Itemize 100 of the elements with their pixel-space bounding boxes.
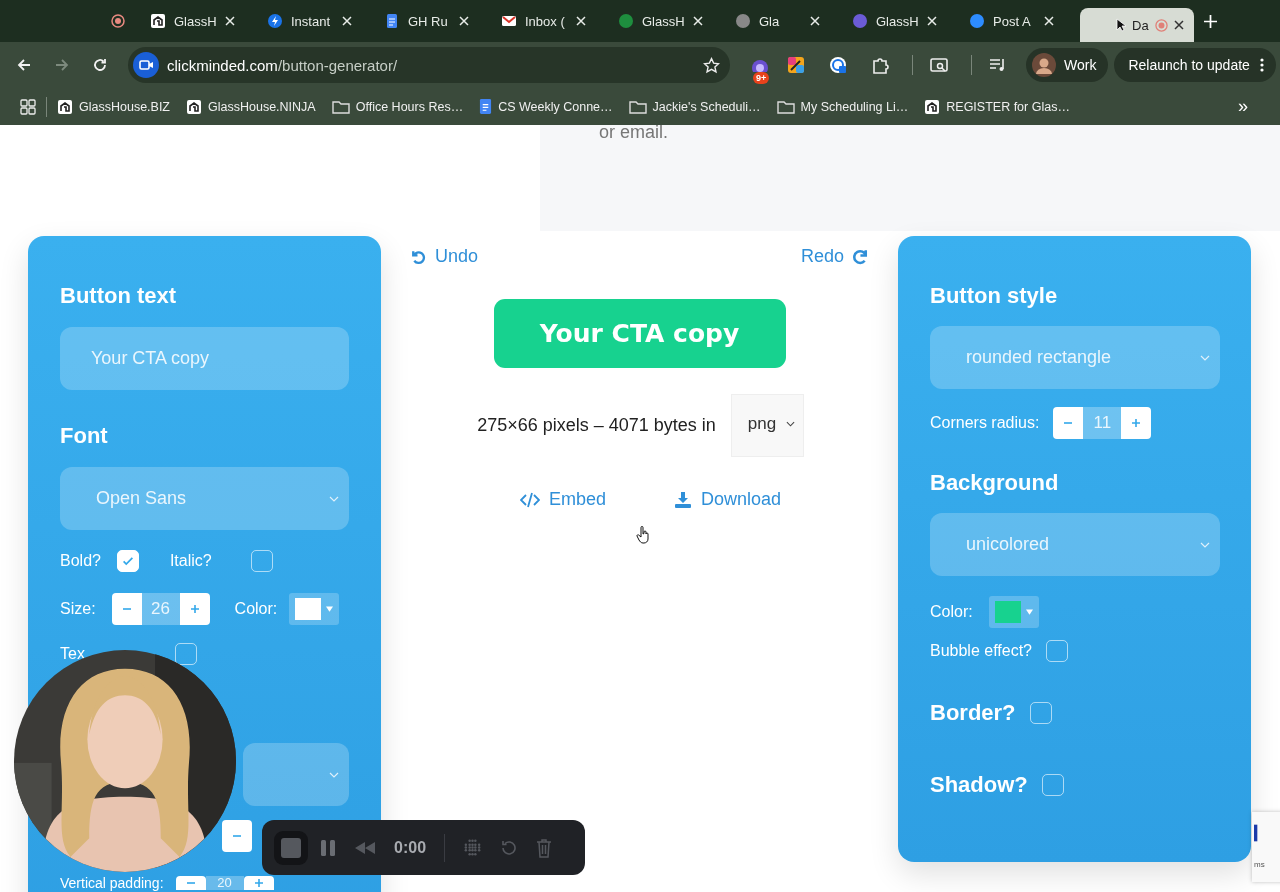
bookmark[interactable]: CS Weekly Conne… [479, 98, 613, 115]
bookmark[interactable]: REGISTER for Glas… [924, 98, 1070, 115]
tab-search-icon[interactable] [929, 55, 949, 75]
browser-tab[interactable]: GlassH [612, 5, 713, 37]
plus-icon [189, 604, 200, 614]
url-text: clickminded.com/button-generator/ [167, 56, 399, 74]
chevron-icon [329, 771, 339, 778]
download-icon [674, 490, 692, 509]
size-info: 275×66 pixels – 4071 bytes in [477, 415, 716, 436]
plus-button[interactable] [179, 593, 210, 625]
download-link[interactable]: Download [674, 489, 782, 510]
recaptcha-icon [1254, 824, 1259, 842]
tab-title: Inbox ( [525, 13, 566, 29]
timer: 0:00 [394, 838, 427, 857]
field-label: Bold? [60, 552, 101, 570]
pointer-icon [1116, 18, 1126, 32]
browser-tab[interactable]: GlassH [144, 5, 245, 37]
checkbox[interactable] [250, 550, 273, 572]
field-label: Size: [60, 600, 96, 618]
folder-icon [331, 99, 350, 114]
site-icon [150, 13, 166, 29]
bookmark[interactable]: Jackie's Scheduli… [628, 99, 761, 114]
minus-button[interactable] [175, 876, 206, 890]
eyedropper-icon[interactable] [786, 55, 806, 75]
plus-button[interactable] [1121, 407, 1152, 439]
checkbox[interactable] [1046, 640, 1068, 662]
site-icon [618, 13, 634, 29]
tab-title: Da [1132, 17, 1149, 33]
stop-button[interactable] [274, 830, 308, 865]
bookmark[interactable]: My Scheduling Li… [776, 99, 909, 114]
undo-button[interactable]: Undo [409, 246, 479, 267]
bookmark[interactable]: GlassHouse.BIZ [57, 98, 170, 115]
chevron-icon [1200, 541, 1210, 548]
document-icon [479, 98, 493, 115]
tab-title: Gla [759, 13, 781, 29]
tab-title: GlassH [642, 13, 685, 29]
chevron-icon [785, 420, 795, 427]
checkbox[interactable] [1041, 774, 1064, 796]
star-icon[interactable] [703, 56, 720, 74]
color-picker[interactable] [988, 596, 1039, 628]
trash-icon[interactable] [536, 837, 553, 858]
restart-icon[interactable] [500, 838, 519, 857]
folder-icon [628, 99, 647, 114]
field-label: Color: [234, 600, 278, 618]
record-icon [111, 14, 125, 28]
chevron-icon [329, 495, 339, 502]
minus-button[interactable] [111, 593, 142, 625]
chevron-icon [1200, 354, 1210, 361]
close-icon[interactable] [1174, 20, 1184, 30]
apps-icon[interactable] [20, 98, 36, 115]
puzzle-icon[interactable] [870, 55, 890, 75]
site-icon [57, 98, 73, 115]
new-tab-icon[interactable] [1204, 14, 1217, 28]
code-icon [519, 491, 540, 508]
tab-title: GlassH [174, 13, 217, 29]
button-preview: Your CTA copy [493, 299, 786, 368]
extension-icon[interactable] [828, 55, 848, 75]
more-icon [1259, 57, 1264, 73]
format-dropdown[interactable]: png [730, 394, 804, 457]
dots-grid-icon[interactable] [463, 838, 483, 857]
section-heading: Font [60, 422, 109, 450]
minus-button[interactable] [222, 820, 252, 852]
bookmark[interactable]: GlassHouse.NINJA [186, 98, 316, 115]
rewind-icon[interactable] [354, 840, 376, 855]
browser-tab[interactable]: Post A [963, 5, 1064, 37]
profile-button[interactable]: Work [1026, 48, 1109, 82]
minus-button[interactable] [1053, 407, 1084, 439]
avatar-icon [1032, 53, 1056, 77]
browser-tab[interactable]: GlassH [846, 5, 947, 37]
site-icon [384, 13, 400, 29]
pause-icon[interactable] [320, 838, 336, 857]
reload-icon[interactable] [92, 57, 108, 73]
field-label: Vertical padding: [60, 876, 164, 890]
site-icon [267, 13, 283, 29]
browser-tab[interactable]: GH Ru [378, 5, 479, 37]
site-icon [735, 13, 751, 29]
browser-tab[interactable]: Da [1080, 8, 1194, 42]
browser-tab[interactable]: Inbox ( [495, 5, 596, 37]
more-bookmarks-button[interactable]: » [1238, 96, 1248, 117]
tab-title: GlassH [876, 13, 919, 29]
field-label: Tex [60, 645, 85, 663]
color-picker[interactable] [289, 593, 340, 625]
site-icon [186, 98, 202, 115]
field-label: Bubble effect? [930, 642, 1032, 660]
dropdown-arrow-icon [326, 606, 334, 612]
folder-icon [776, 99, 795, 114]
back-icon[interactable] [16, 57, 32, 73]
recaptcha-badge: ms [1252, 812, 1280, 882]
browser-tab[interactable]: Gla [729, 5, 830, 37]
relaunch-button[interactable]: Relaunch to update [1114, 48, 1276, 82]
checkbox[interactable] [116, 550, 139, 572]
plus-icon [1131, 418, 1142, 428]
checkbox[interactable] [1029, 702, 1052, 724]
address-bar[interactable]: clickminded.com/button-generator/ [128, 47, 730, 83]
camera-icon [133, 52, 159, 78]
bookmark[interactable]: Office Hours Res… [331, 99, 464, 114]
browser-tab[interactable]: Instant [261, 5, 362, 37]
field-label: Italic? [169, 552, 212, 570]
plus-button[interactable] [243, 876, 274, 890]
tab-title: GH Ru [408, 13, 449, 29]
